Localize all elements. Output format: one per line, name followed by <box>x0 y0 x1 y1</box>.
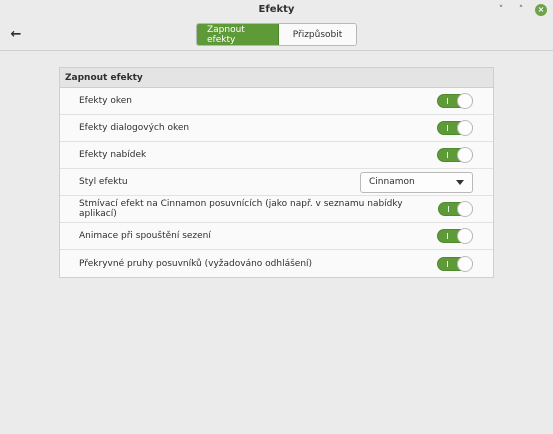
setting-label: Efekty oken <box>79 96 132 106</box>
maximize-button[interactable]: ˄ <box>515 4 527 16</box>
setting-row-effect-style: Styl efektu Cinnamon <box>60 169 493 196</box>
setting-label: Efekty nabídek <box>79 150 147 160</box>
stack-switcher: Zapnout efekty Přizpůsobit <box>196 23 357 46</box>
switch-on-mark <box>447 125 448 131</box>
setting-label: Stmívací efekt na Cinnamon posuvnících (… <box>79 199 403 219</box>
setting-label: Styl efektu <box>79 177 128 187</box>
setting-label: Efekty dialogových oken <box>79 123 190 133</box>
switch-knob <box>457 228 473 244</box>
dropdown-value: Cinnamon <box>369 177 415 187</box>
menu-effects-switch[interactable] <box>437 147 473 163</box>
switch-on-mark <box>447 260 448 267</box>
setting-row-session-animation: Animace při spouštění sezení <box>60 223 493 250</box>
minimize-button[interactable]: ˅ <box>495 4 507 16</box>
tab-prizpusobit[interactable]: Přizpůsobit <box>279 24 356 45</box>
switch-on-mark <box>447 152 448 158</box>
effects-window: Efekty ← Zapnout efekty Přizpůsobit ˅ ˄ … <box>0 0 553 434</box>
arrow-left-icon: ← <box>10 26 22 42</box>
setting-row-dialog-effects: Efekty dialogových oken <box>60 115 493 142</box>
effects-settings-panel: Zapnout efekty Efekty oken Efekty dialog… <box>59 67 494 278</box>
session-animation-switch[interactable] <box>437 228 473 244</box>
window-title: Efekty <box>258 4 295 15</box>
window-effects-switch[interactable] <box>437 93 473 109</box>
fade-scrollbars-switch[interactable] <box>437 201 473 217</box>
tab-zapnout-efekty[interactable]: Zapnout efekty <box>197 24 279 45</box>
switch-knob <box>457 201 473 217</box>
switch-knob <box>457 120 473 136</box>
switch-on-mark <box>447 206 449 212</box>
back-button[interactable]: ← <box>8 26 24 42</box>
setting-label: Překryvné pruhy posuvníků (vyžadováno od… <box>79 258 313 269</box>
switch-on-mark <box>447 233 448 239</box>
overlay-scrollbars-switch[interactable] <box>437 255 473 272</box>
section-title: Zapnout efekty <box>60 68 493 88</box>
close-icon: × <box>537 5 545 14</box>
setting-row-menu-effects: Efekty nabídek <box>60 142 493 169</box>
switch-knob <box>457 93 473 109</box>
setting-row-window-effects: Efekty oken <box>60 88 493 115</box>
header-bar: Efekty ← Zapnout efekty Přizpůsobit ˅ ˄ … <box>0 0 553 51</box>
setting-row-fade-scrollbars: Stmívací efekt na Cinnamon posuvnících (… <box>60 196 493 223</box>
setting-row-overlay-scrollbars: Překryvné pruhy posuvníků (vyžadováno od… <box>60 250 493 277</box>
switch-on-mark <box>447 98 448 104</box>
setting-label: Animace při spouštění sezení <box>79 231 211 241</box>
close-button[interactable]: × <box>535 4 547 16</box>
effect-style-dropdown[interactable]: Cinnamon <box>360 171 473 193</box>
switch-knob <box>457 147 473 163</box>
chevron-down-icon: ˅ <box>498 5 504 15</box>
window-controls: ˅ ˄ × <box>495 4 547 16</box>
dialog-effects-switch[interactable] <box>437 120 473 136</box>
switch-knob <box>457 255 473 272</box>
caret-down-icon <box>456 179 464 185</box>
chevron-up-icon: ˄ <box>518 5 524 15</box>
